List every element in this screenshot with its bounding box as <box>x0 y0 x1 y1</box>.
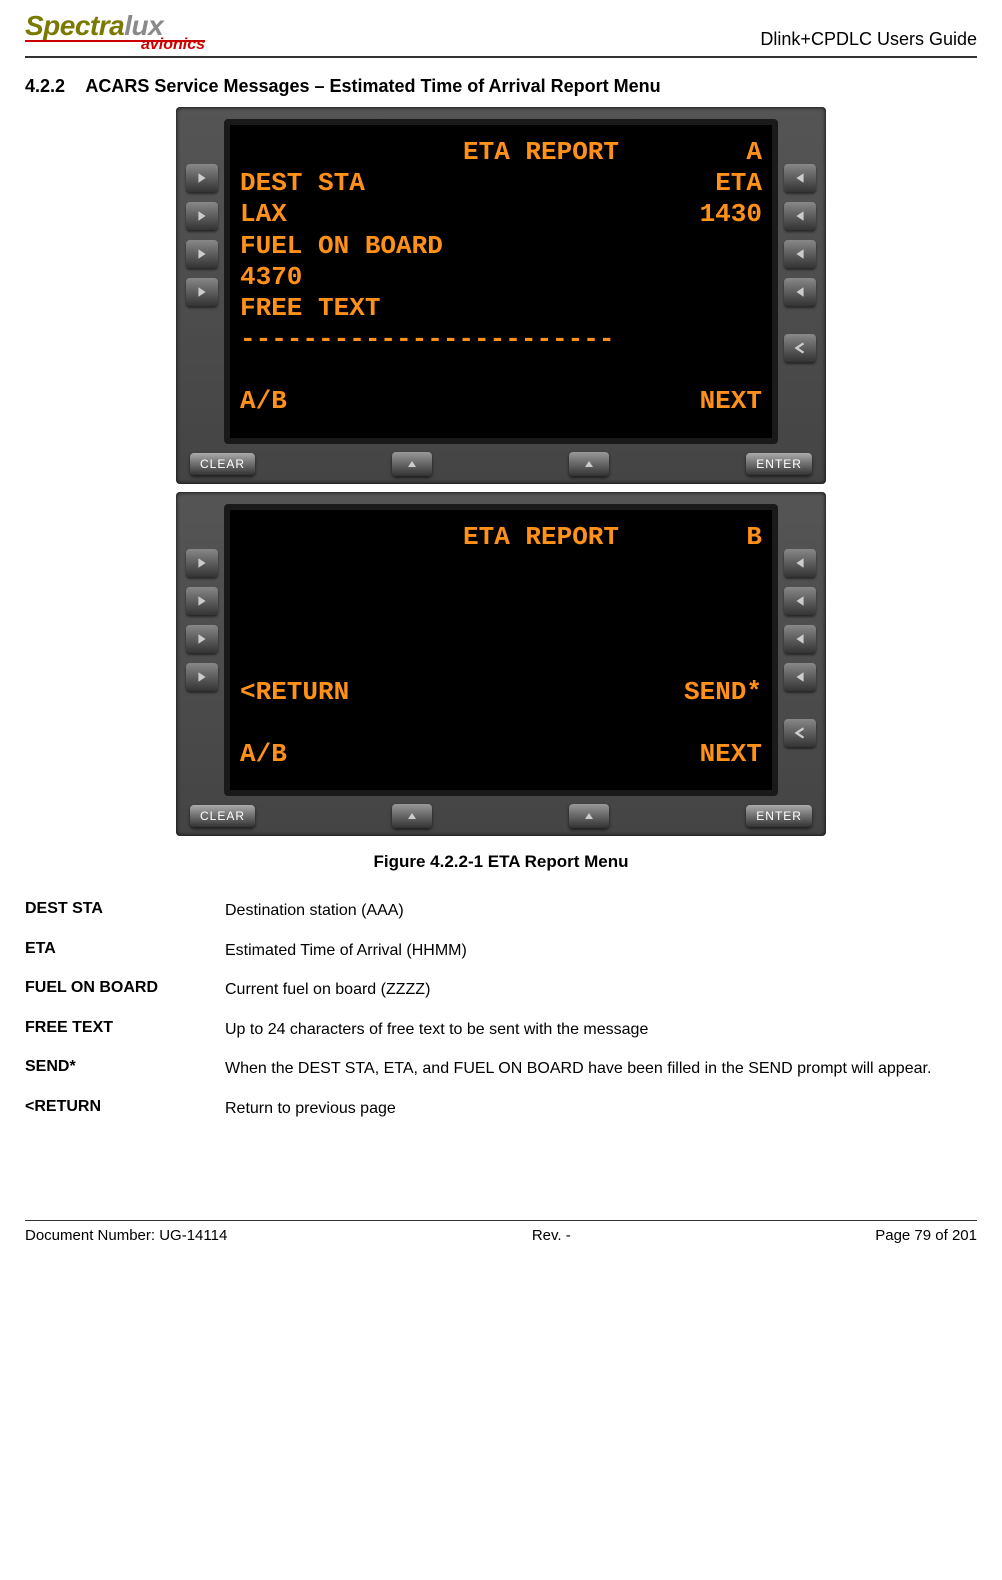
section-title: ACARS Service Messages – Estimated Time … <box>85 76 660 96</box>
lsk-l2[interactable] <box>186 202 218 230</box>
screen-a-fuel-value: 4370 <box>240 262 762 293</box>
logo-subtitle: avionics <box>105 36 205 54</box>
screen-a-fuel-label: FUEL ON BOARD <box>240 231 762 262</box>
def-row: SEND*When the DEST STA, ETA, and FUEL ON… <box>25 1058 977 1080</box>
def-row: FUEL ON BOARDCurrent fuel on board (ZZZZ… <box>25 979 977 1001</box>
section-heading: 4.2.2 ACARS Service Messages – Estimated… <box>25 76 977 97</box>
def-term: SEND* <box>25 1058 225 1076</box>
page-footer: Document Number: UG-14114 Rev. - Page 79… <box>25 1220 977 1244</box>
def-desc: When the DEST STA, ETA, and FUEL ON BOAR… <box>225 1058 931 1080</box>
device-panel-b: ETA REPORTB <RETURNSEND* A/BNEXT CLEAR <box>176 492 826 837</box>
lsk-l1-b[interactable] <box>186 549 218 577</box>
screen-b-send-prompt: SEND* <box>684 677 762 708</box>
screen-a-eta-value: 1430 <box>700 199 762 230</box>
screenshot-container: ETA REPORTA DEST STAETA LAX1430 FUEL ON … <box>25 107 977 900</box>
lsk-l2-b[interactable] <box>186 587 218 615</box>
lsk-r4[interactable] <box>784 278 816 306</box>
def-desc: Destination station (AAA) <box>225 900 404 922</box>
enter-button[interactable]: ENTER <box>746 453 812 475</box>
device-mid-a: ETA REPORTA DEST STAETA LAX1430 FUEL ON … <box>186 119 816 444</box>
screen-b-page: B <box>712 522 762 553</box>
lsk-l4[interactable] <box>186 278 218 306</box>
up-arrow-button-1-b[interactable] <box>392 804 432 828</box>
screen-a-dest-sta-label: DEST STA <box>240 168 715 199</box>
up-arrow-button-1[interactable] <box>392 452 432 476</box>
left-side-buttons <box>186 119 218 444</box>
lsk-l3[interactable] <box>186 240 218 268</box>
enter-button-b[interactable]: ENTER <box>746 805 812 827</box>
def-row: ETAEstimated Time of Arrival (HHMM) <box>25 940 977 962</box>
footer-doc-number: Document Number: UG-14114 <box>25 1227 227 1244</box>
screen-b-next-prompt: NEXT <box>700 739 762 770</box>
figure-caption: Figure 4.2.2-1 ETA Report Menu <box>373 852 628 872</box>
def-term: <RETURN <box>25 1098 225 1116</box>
def-desc: Estimated Time of Arrival (HHMM) <box>225 940 467 962</box>
device-b-bottom-row: CLEAR ENTER <box>186 804 816 828</box>
device-panel-a: ETA REPORTA DEST STAETA LAX1430 FUEL ON … <box>176 107 826 484</box>
right-side-buttons-b <box>784 504 816 797</box>
screen-a-freetext-input: ------------------------ <box>240 324 762 355</box>
lsk-r3[interactable] <box>784 240 816 268</box>
screen-a-page: A <box>712 137 762 168</box>
right-side-buttons <box>784 119 816 444</box>
def-row: DEST STADestination station (AAA) <box>25 900 977 922</box>
clear-button[interactable]: CLEAR <box>190 453 255 475</box>
logo: Spectralux avionics <box>25 10 205 54</box>
device-a-bottom-row: CLEAR ENTER <box>186 452 816 476</box>
clear-button-b[interactable]: CLEAR <box>190 805 255 827</box>
lsk-r2-b[interactable] <box>784 587 816 615</box>
lsk-r3-b[interactable] <box>784 625 816 653</box>
def-term: ETA <box>25 940 225 958</box>
def-term: DEST STA <box>25 900 225 918</box>
lsk-r1[interactable] <box>784 164 816 192</box>
section-number: 4.2.2 <box>25 76 65 97</box>
def-row: FREE TEXTUp to 24 characters of free tex… <box>25 1019 977 1041</box>
lsk-r4-b[interactable] <box>784 663 816 691</box>
footer-rev: Rev. - <box>532 1227 571 1244</box>
lsk-r1-b[interactable] <box>784 549 816 577</box>
lsk-l1[interactable] <box>186 164 218 192</box>
up-arrow-button-2[interactable] <box>569 452 609 476</box>
screen-b: ETA REPORTB <RETURNSEND* A/BNEXT <box>224 504 778 797</box>
back-angle-button-b[interactable] <box>784 719 816 747</box>
def-desc: Current fuel on board (ZZZZ) <box>225 979 430 1001</box>
left-side-buttons-b <box>186 504 218 797</box>
up-arrow-button-2-b[interactable] <box>569 804 609 828</box>
def-desc: Return to previous page <box>225 1098 396 1120</box>
screen-a-next-prompt: NEXT <box>700 386 762 417</box>
screen-a-title: ETA REPORT <box>370 137 712 168</box>
def-row: <RETURNReturn to previous page <box>25 1098 977 1120</box>
footer-page-number: Page 79 of 201 <box>875 1227 977 1244</box>
def-term: FREE TEXT <box>25 1019 225 1037</box>
document-title: Dlink+CPDLC Users Guide <box>760 29 977 54</box>
screen-a: ETA REPORTA DEST STAETA LAX1430 FUEL ON … <box>224 119 778 444</box>
lsk-l4-b[interactable] <box>186 663 218 691</box>
def-desc: Up to 24 characters of free text to be s… <box>225 1019 648 1041</box>
page-header: Spectralux avionics Dlink+CPDLC Users Gu… <box>25 10 977 58</box>
definitions-table: DEST STADestination station (AAA) ETAEst… <box>25 900 977 1120</box>
def-term: FUEL ON BOARD <box>25 979 225 997</box>
screen-a-eta-label: ETA <box>715 168 762 199</box>
back-angle-button[interactable] <box>784 334 816 362</box>
screen-b-ab-prompt: A/B <box>240 739 700 770</box>
lsk-r2[interactable] <box>784 202 816 230</box>
screen-a-dest-sta-value: LAX <box>240 199 700 230</box>
screen-a-ab-prompt: A/B <box>240 386 700 417</box>
screen-b-return-prompt: <RETURN <box>240 677 684 708</box>
screen-b-title: ETA REPORT <box>370 522 712 553</box>
lsk-l3-b[interactable] <box>186 625 218 653</box>
screen-a-freetext-label: FREE TEXT <box>240 293 762 324</box>
device-mid-b: ETA REPORTB <RETURNSEND* A/BNEXT <box>186 504 816 797</box>
